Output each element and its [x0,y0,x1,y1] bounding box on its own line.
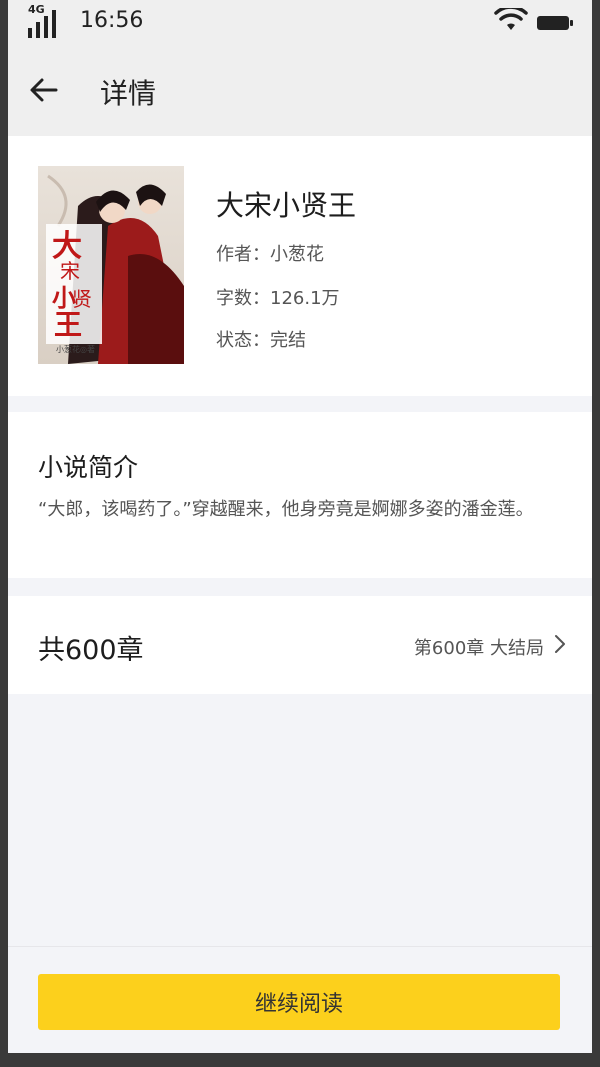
svg-text:宋: 宋 [60,259,80,283]
synopsis-heading: 小说简介 [38,453,139,482]
bottom-action-bar: 继续阅读 [8,946,592,1053]
clock-time: 16:56 [80,8,144,33]
book-cover[interactable]: 大 宋 小 贤 王 小葱花◎著 [38,166,184,364]
book-cover-illustration: 大 宋 小 贤 王 小葱花◎著 [38,166,184,364]
synopsis-text: “大郎，该喝药了。”穿越醒来，他身旁竟是婀娜多姿的潘金莲。 [38,499,534,520]
chapter-list-entry[interactable]: 共600章 第600章 大结局 [8,596,592,694]
status-info: 状态：完结 [216,330,306,351]
wifi-icon [494,8,528,30]
chapter-count: 共600章 [38,635,144,666]
continue-reading-button[interactable]: 继续阅读 [38,974,560,1030]
synopsis-card: 小说简介 “大郎，该喝药了。”穿越醒来，他身旁竟是婀娜多姿的潘金莲。 [8,412,592,578]
app-frame: 4G 16:56 详情 大 宋 小 贤 王 小葱花◎著 大宋小贤王 作者：小葱花… [8,0,592,1053]
top-app-bar: 详情 [8,44,592,136]
book-info-card: 大 宋 小 贤 王 小葱花◎著 大宋小贤王 作者：小葱花 字数：126.1万 状… [8,136,592,396]
arrow-left-icon [30,78,58,102]
book-title: 大宋小贤王 [216,189,357,222]
word-count-info: 字数：126.1万 [216,288,340,309]
latest-chapter: 第600章 大结局 [413,638,544,659]
svg-text:王: 王 [54,308,82,341]
chevron-right-icon [555,635,565,653]
status-bar: 4G 16:56 [8,0,592,44]
author-info: 作者：小葱花 [216,244,324,265]
back-button[interactable] [26,72,62,108]
page-title: 详情 [100,77,157,110]
svg-text:小葱花◎著: 小葱花◎著 [56,344,95,354]
battery-icon [537,16,573,30]
signal-icon [28,10,56,38]
